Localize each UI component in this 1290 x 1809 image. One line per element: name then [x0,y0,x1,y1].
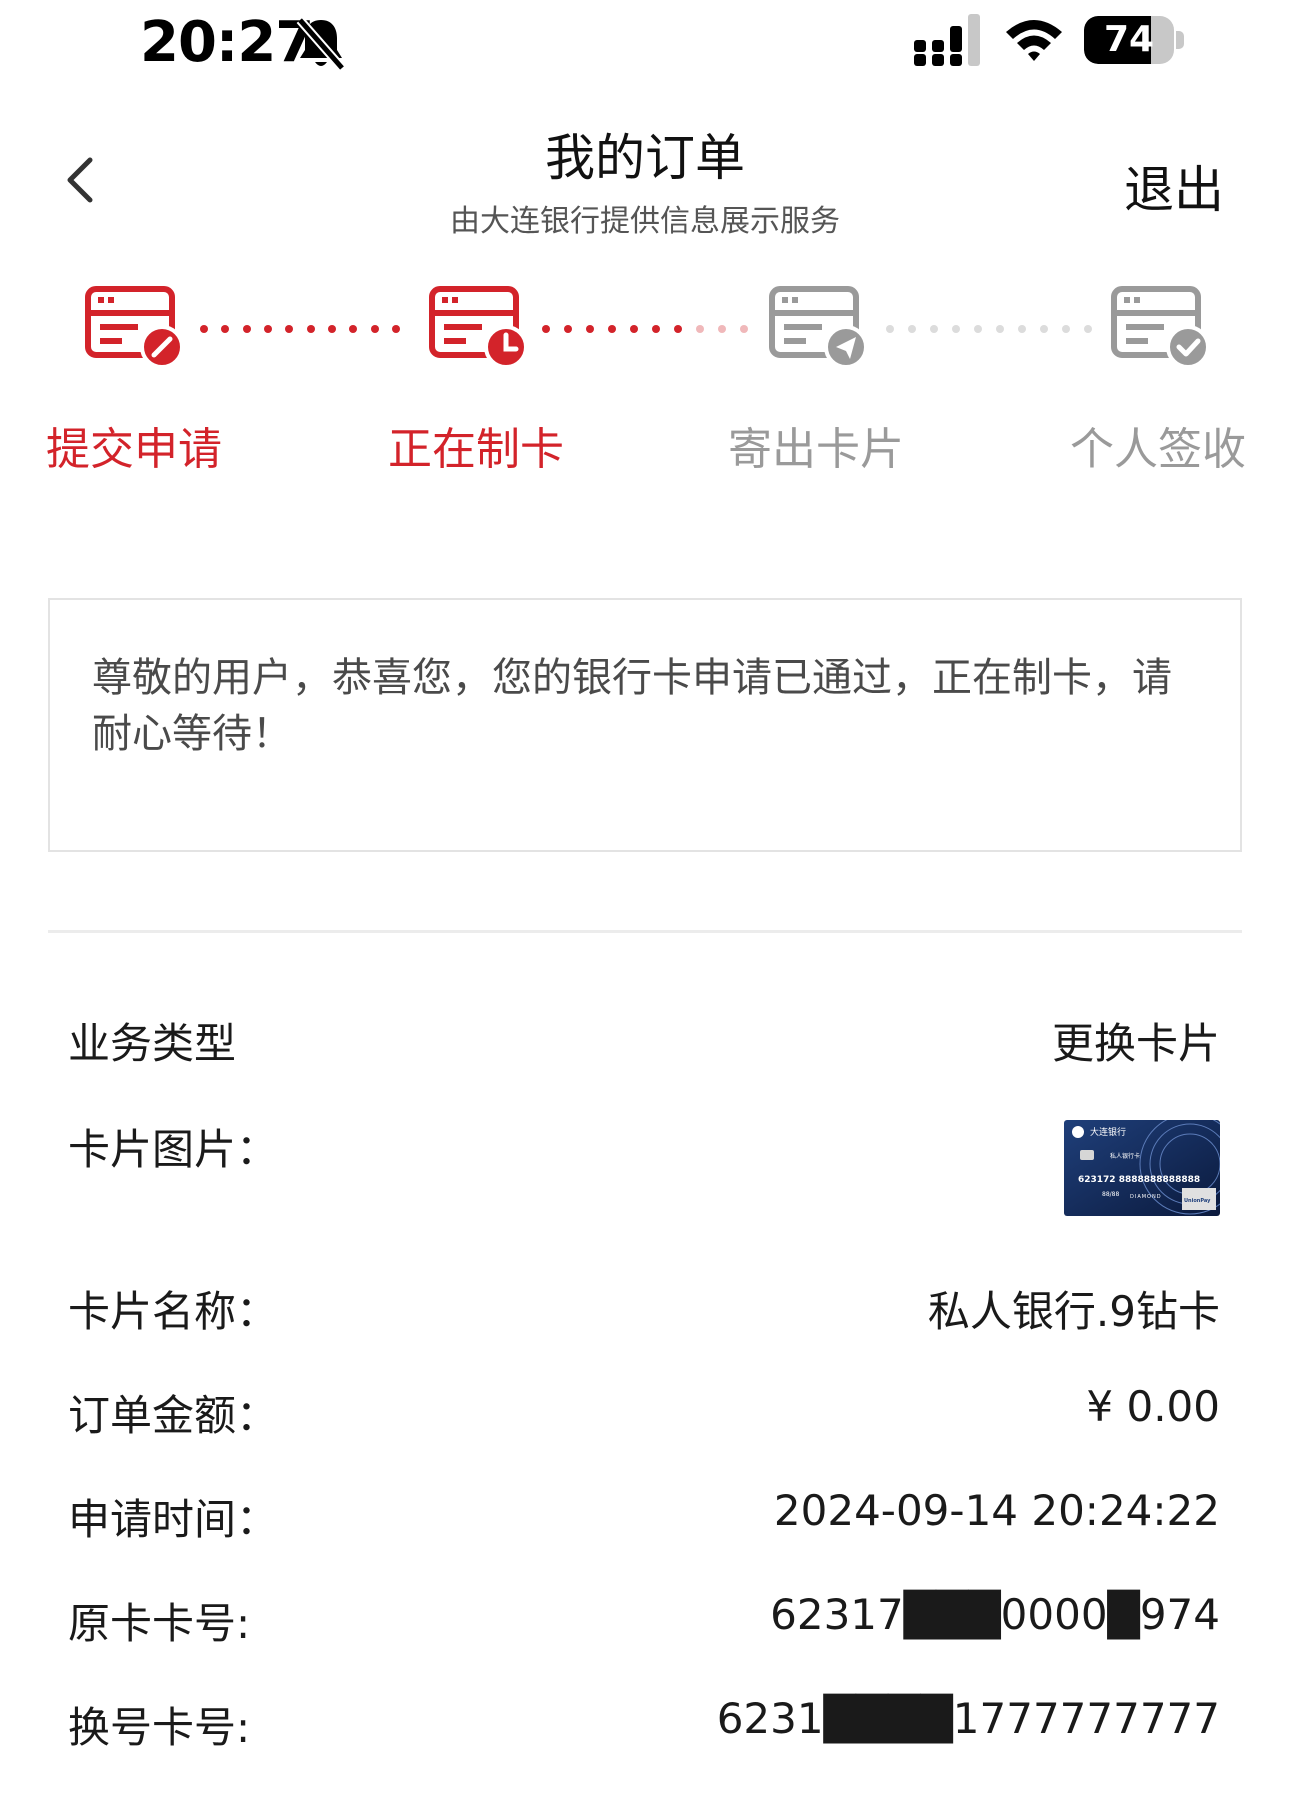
progress-dot [886,325,894,333]
status-message-box: 尊敬的用户，恭喜您，您的银行卡申请已通过，正在制卡，请耐心等待！ [48,598,1242,852]
check-card-icon [1111,286,1210,369]
status-bar: 20:27 74 [0,0,1290,90]
progress-dot [930,325,938,333]
step-label-making: 正在制卡 [388,424,564,475]
exit-button[interactable]: 退出 [1124,150,1224,222]
new-card-value: 6231████1777777777 [716,1694,1220,1743]
send-card-icon [769,286,868,369]
progress-connector [886,325,1092,333]
progress-dot [608,325,616,333]
original-card-label: 原卡卡号: [68,1599,251,1648]
card-tier: 私人银行卡 [1110,1152,1140,1160]
card-image-label: 卡片图片： [68,1125,279,1174]
clock-card-icon [429,286,528,369]
progress-dot [392,325,400,333]
business-type-value: 更换卡片 [1051,1019,1220,1068]
bell-slash-icon [296,17,346,71]
card-number: 623172 8888888888888 [1078,1175,1200,1185]
progress-dot [996,325,1004,333]
progress-dot [674,325,682,333]
progress-dot [952,325,960,333]
progress-dot [370,325,379,333]
apply-time-label: 申请时间： [68,1495,279,1544]
card-network: UnionPay [1184,1198,1211,1204]
progress-dot [1084,325,1092,333]
card-image[interactable]: 大连银行 私人银行卡 623172 8888888888888 88/88 DI… [1064,1120,1220,1216]
progress-dot [285,325,294,333]
progress-dot [1062,325,1070,333]
progress-dot [1040,325,1048,333]
progress-dot [328,325,336,333]
new-card-label: 换号卡号: [68,1703,251,1752]
card-expiry: 88/88 [1102,1191,1119,1198]
order-amount-value: ¥ 0.00 [1086,1382,1220,1431]
order-amount-label: 订单金额： [68,1391,279,1440]
signal-icon [914,14,980,66]
card-name-label: 卡片名称： [68,1287,279,1336]
wifi-icon [1006,20,1062,61]
edit-card-icon [85,286,184,369]
step-label-shipped: 寄出卡片 [728,424,904,475]
progress-connector [542,325,748,333]
progress-dot [630,325,638,333]
progress-dot [542,325,550,333]
progress-steps: 提交申请 正在制卡 寄出卡片 个人签收 [0,285,1290,485]
progress-dot [740,325,748,333]
progress-dot [242,325,251,333]
progress-dot [652,325,660,333]
progress-dot [564,325,572,333]
battery-level: 74 [1103,19,1155,60]
card-series: DIAMOND [1130,1194,1162,1200]
progress-dot [586,325,594,333]
card-name-value: 私人银行.9钻卡 [927,1287,1220,1336]
progress-connector [200,325,400,333]
page-subtitle: 由大连银行提供信息展示服务 [450,204,840,239]
progress-dot [908,325,916,333]
progress-dot [349,325,358,333]
battery-icon: 74 [1084,16,1184,64]
page-title: 我的订单 [545,129,745,187]
step-label-submit: 提交申请 [46,424,222,475]
status-time: 20:27 [140,10,314,75]
original-card-value: 62317███0000█974 [770,1590,1220,1639]
progress-dot [306,325,315,333]
divider [48,930,1242,933]
business-type-label: 业务类型 [68,1019,237,1068]
progress-dot [974,325,982,333]
progress-dot [1018,325,1026,333]
status-message: 尊敬的用户，恭喜您，您的银行卡申请已通过，正在制卡，请耐心等待！ [92,655,1172,757]
header: 我的订单 由大连银行提供信息展示服务 退出 [0,100,1290,250]
apply-time-value: 2024-09-14 20:24:22 [773,1486,1220,1535]
progress-dot [718,325,726,333]
step-label-received: 个人签收 [1070,424,1246,475]
progress-dot [221,325,230,333]
progress-dot [264,325,272,333]
progress-dot [696,325,704,333]
progress-dot [200,325,208,333]
card-bank-name: 大连银行 [1090,1126,1126,1138]
